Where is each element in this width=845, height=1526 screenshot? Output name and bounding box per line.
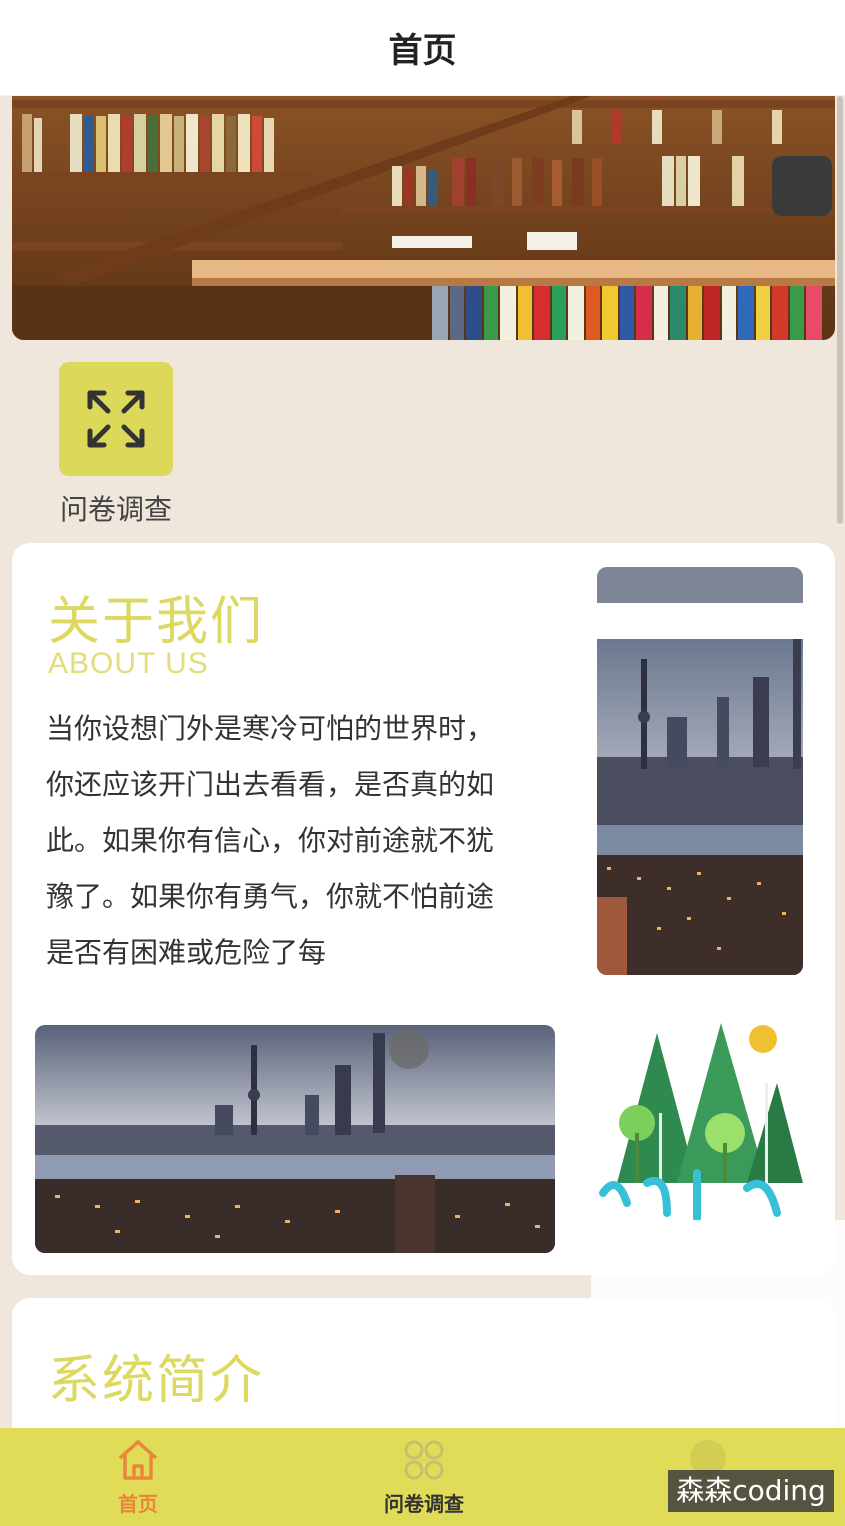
about-title-en: ABOUT US xyxy=(48,647,209,680)
scrollbar[interactable] xyxy=(837,96,843,524)
banner-image[interactable] xyxy=(12,96,835,340)
grid-icon xyxy=(404,1440,444,1480)
city-skyline-image-wide[interactable] xyxy=(35,1025,555,1253)
entry-label: 问卷调查 xyxy=(59,493,172,526)
top-navigation-bar: 首页 xyxy=(0,0,845,96)
city-skyline-graphic xyxy=(597,567,803,975)
tab-home[interactable]: 首页 xyxy=(58,1438,218,1524)
tab-home-label: 首页 xyxy=(118,1492,158,1516)
intro-title-cn: 系统简介 xyxy=(48,1351,265,1411)
home-icon xyxy=(118,1440,158,1480)
bookshelf-illustration xyxy=(12,96,835,340)
watermark: 森森coding xyxy=(668,1470,834,1512)
earth-day-graphic xyxy=(597,1023,803,1223)
about-title-cn: 关于我们 xyxy=(48,592,265,652)
about-description: 当你设想门外是寒冷可怕的世界时，你还应该开门出去看看，是否真的如此。如果你有信心… xyxy=(46,712,495,969)
entry-questionnaire[interactable]: 问卷调查 xyxy=(46,362,186,528)
earth-day-illustration[interactable] xyxy=(597,1023,803,1223)
tab-questionnaire[interactable]: 问卷调查 xyxy=(344,1438,504,1524)
page-title: 首页 xyxy=(388,31,457,71)
city-skyline-image-vertical[interactable] xyxy=(597,567,803,975)
city-skyline-graphic xyxy=(35,1025,555,1253)
entry-tile[interactable] xyxy=(59,362,173,476)
about-us-card: 关于我们 ABOUT US 当你设想门外是寒冷可怕的世界时，你还应该开门出去看看… xyxy=(12,543,835,1275)
expand-arrows-icon xyxy=(87,390,145,448)
tab-questionnaire-label: 问卷调查 xyxy=(384,1492,464,1516)
